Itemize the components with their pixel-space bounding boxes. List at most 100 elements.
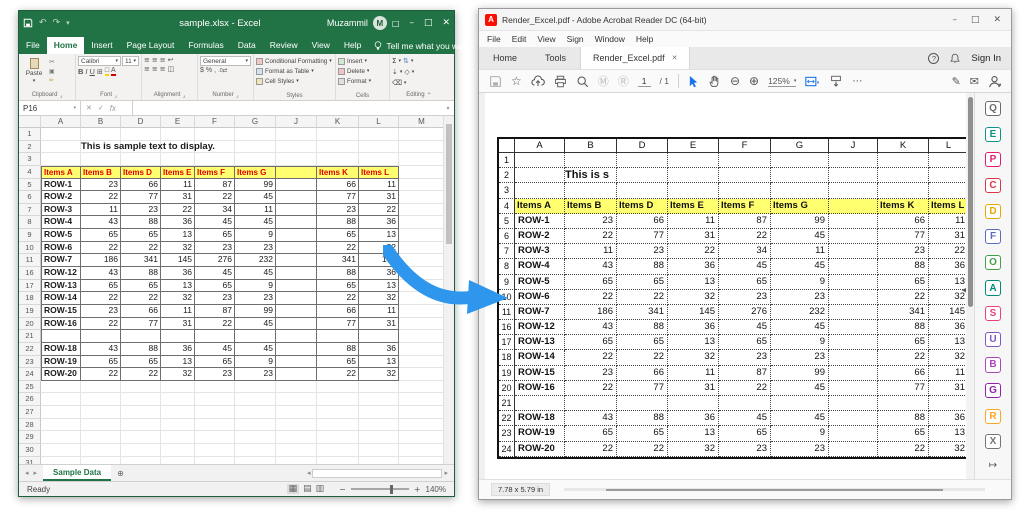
cell-B20[interactable]: 22: [81, 318, 121, 331]
cell-L7[interactable]: 22: [359, 204, 399, 217]
cell-D6[interactable]: 77: [121, 191, 161, 204]
fill-color-button[interactable]: □: [105, 68, 109, 76]
cell-G28[interactable]: [235, 419, 276, 432]
ribbon-display-options-icon[interactable]: □: [392, 19, 400, 28]
cell-F16[interactable]: 45: [195, 267, 235, 280]
cell-B21[interactable]: [81, 330, 121, 343]
cell-D27[interactable]: [121, 406, 161, 419]
pdf-hscroll-thumb[interactable]: [606, 489, 943, 491]
cell-E10[interactable]: 32: [161, 242, 195, 255]
page-scrolling-icon[interactable]: [829, 75, 843, 88]
cell-D4[interactable]: Items D: [121, 166, 161, 179]
row-header-10[interactable]: 10: [19, 242, 41, 255]
cell-G18[interactable]: 23: [235, 292, 276, 305]
formula-bar-expand-icon[interactable]: ▾: [442, 101, 454, 115]
share-person-icon[interactable]: [988, 75, 1001, 88]
cell-K5[interactable]: 66: [317, 179, 359, 192]
cell-D3[interactable]: [121, 153, 161, 166]
sheet-nav-right-icon[interactable]: ▸: [34, 469, 38, 477]
cell-L9[interactable]: 13: [359, 229, 399, 242]
zoom-in-icon[interactable]: ⊕: [749, 74, 759, 88]
save-icon[interactable]: [23, 18, 33, 28]
cell-B3[interactable]: [81, 153, 121, 166]
column-header-B[interactable]: B: [81, 116, 121, 128]
cell-K29[interactable]: [317, 431, 359, 444]
cell-F21[interactable]: [195, 330, 235, 343]
normal-view-icon[interactable]: ▦: [287, 484, 300, 494]
cell-A23[interactable]: ROW-19: [41, 356, 81, 369]
expand-panel-icon[interactable]: ↦: [989, 460, 997, 471]
menu-window[interactable]: Window: [595, 34, 625, 44]
column-header-J[interactable]: J: [276, 116, 317, 128]
styles-button-2[interactable]: Cell Styles▾: [256, 76, 299, 86]
ribbon-tab-formulas[interactable]: Formulas: [181, 37, 230, 54]
zoom-percent-label[interactable]: 140%: [426, 485, 446, 494]
cell-M31[interactable]: [399, 457, 443, 464]
cell-B27[interactable]: [81, 406, 121, 419]
column-header-E[interactable]: E: [161, 116, 195, 128]
zoom-in-icon[interactable]: +: [414, 485, 421, 494]
cell-E7[interactable]: 22: [161, 204, 195, 217]
sign-in-button[interactable]: Sign In: [971, 53, 1001, 64]
share-cloud-icon[interactable]: [531, 75, 545, 88]
cell-K2[interactable]: [317, 141, 359, 154]
cell-G9[interactable]: 9: [235, 229, 276, 242]
menu-help[interactable]: Help: [636, 34, 653, 44]
column-header-D[interactable]: D: [121, 116, 161, 128]
cell-K4[interactable]: Items K: [317, 166, 359, 179]
cell-G31[interactable]: [235, 457, 276, 464]
cell-B6[interactable]: 22: [81, 191, 121, 204]
borders-icon[interactable]: ⊞: [97, 68, 103, 76]
cell-K18[interactable]: 22: [317, 292, 359, 305]
cell-D7[interactable]: 23: [121, 204, 161, 217]
cell-L5[interactable]: 11: [359, 179, 399, 192]
row-header-16[interactable]: 16: [19, 267, 41, 280]
cell-M2[interactable]: [399, 141, 443, 154]
cell-F17[interactable]: 65: [195, 280, 235, 293]
cell-G16[interactable]: 45: [235, 267, 276, 280]
minimize-button[interactable]: –: [952, 15, 957, 25]
cell-M28[interactable]: [399, 419, 443, 432]
cell-F22[interactable]: 45: [195, 343, 235, 356]
cell-J6[interactable]: [276, 191, 317, 204]
cell-M21[interactable]: [399, 330, 443, 343]
cell-K21[interactable]: [317, 330, 359, 343]
cell-D31[interactable]: [121, 457, 161, 464]
clipboard-dialog-launcher-icon[interactable]: ⌟: [59, 92, 62, 99]
row-header-17[interactable]: 17: [19, 280, 41, 293]
cell-A26[interactable]: [41, 393, 81, 406]
cell-B10[interactable]: 22: [81, 242, 121, 255]
cell-B24[interactable]: 22: [81, 368, 121, 381]
name-box[interactable]: P16▾: [19, 101, 81, 115]
cell-J31[interactable]: [276, 457, 317, 464]
cell-L26[interactable]: [359, 393, 399, 406]
cell-E24[interactable]: 32: [161, 368, 195, 381]
hand-tool-icon[interactable]: [708, 75, 721, 88]
cell-A24[interactable]: ROW-20: [41, 368, 81, 381]
cell-F5[interactable]: 87: [195, 179, 235, 192]
cell-G11[interactable]: 232: [235, 254, 276, 267]
cell-G26[interactable]: [235, 393, 276, 406]
cell-G17[interactable]: 9: [235, 280, 276, 293]
cell-E6[interactable]: 31: [161, 191, 195, 204]
cell-D5[interactable]: 66: [121, 179, 161, 192]
request-signature-icon[interactable]: R: [985, 409, 1001, 424]
cell-E25[interactable]: [161, 381, 195, 394]
cell-D22[interactable]: 88: [121, 343, 161, 356]
menu-view[interactable]: View: [537, 34, 555, 44]
menu-file[interactable]: File: [487, 34, 501, 44]
cell-A21[interactable]: [41, 330, 81, 343]
row-header-7[interactable]: 7: [19, 204, 41, 217]
number-format-combo[interactable]: General▾: [200, 56, 251, 66]
close-tab-icon[interactable]: ✕: [672, 54, 678, 62]
cell-J17[interactable]: [276, 280, 317, 293]
zoom-out-icon[interactable]: ⊖: [730, 74, 740, 88]
row-header-18[interactable]: 18: [19, 292, 41, 305]
cell-E31[interactable]: [161, 457, 195, 464]
cell-E30[interactable]: [161, 444, 195, 457]
font-color-button[interactable]: A: [111, 68, 116, 76]
excel-vscroll-thumb[interactable]: [446, 124, 452, 244]
cell-E8[interactable]: 36: [161, 216, 195, 229]
cell-D19[interactable]: 66: [121, 305, 161, 318]
cell-L3[interactable]: [359, 153, 399, 166]
